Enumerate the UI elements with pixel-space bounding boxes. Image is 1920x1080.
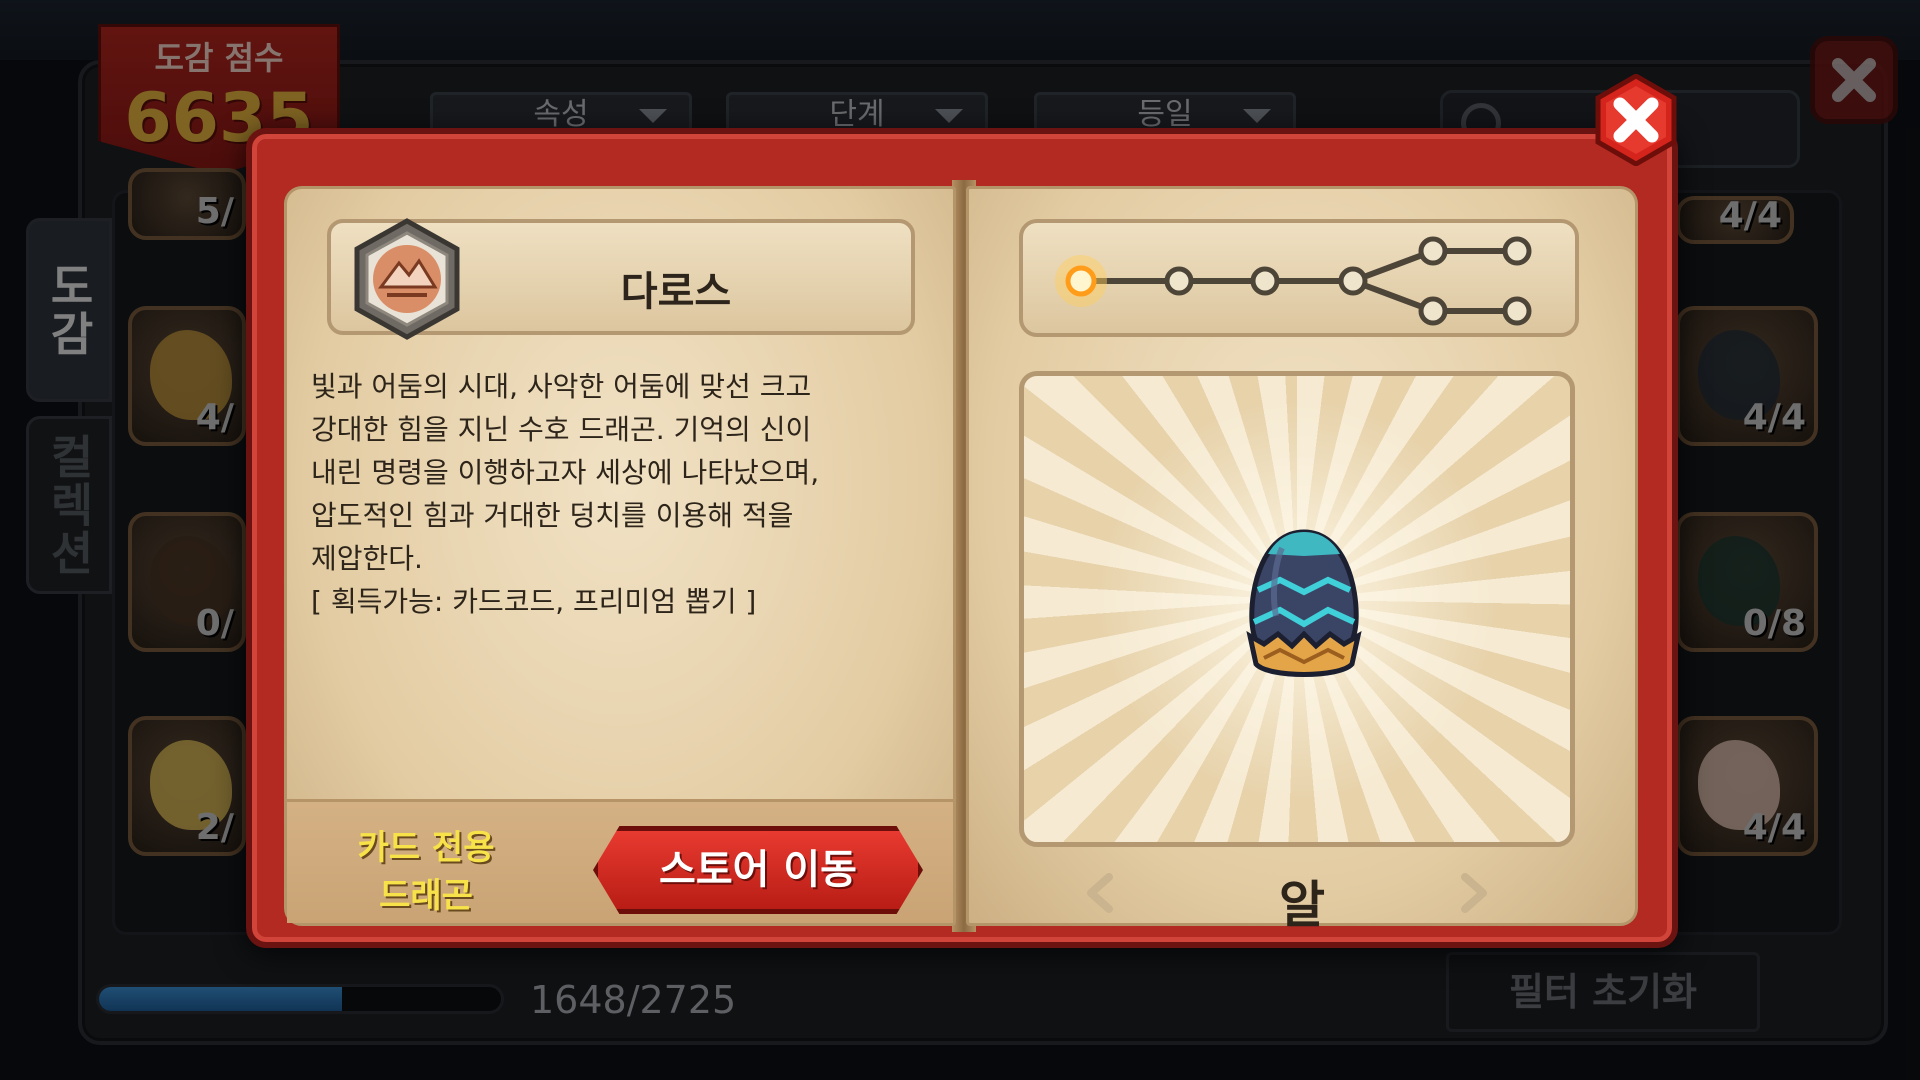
book-left-page: 다로스 빛과 어둠의 시대, 사악한 어둠에 맞선 크고 강대한 힘을 지닌 수… [284,186,956,926]
evolution-stage-label: 알 [1279,876,1325,934]
evolution-node[interactable] [1338,266,1368,296]
book-right-page: 알 [966,186,1638,934]
card-only-line2: 드래곤 [379,876,473,916]
evolution-tree [1019,219,1579,337]
evolution-node-current[interactable] [1065,265,1097,297]
evolution-node[interactable] [1418,236,1448,266]
evolution-node[interactable] [1164,266,1194,296]
card-only-label: 카드 전용 드래곤 [343,824,509,920]
dragon-name-plate: 다로스 [327,218,915,340]
go-to-store-button[interactable]: 스토어 이동 [593,826,923,914]
evolution-node[interactable] [1250,266,1280,296]
dragon-name: 다로스 [620,269,732,315]
evolution-node[interactable] [1502,236,1532,266]
evolution-node[interactable] [1502,296,1532,326]
dialog-close-button[interactable] [1590,74,1682,166]
left-page-footer: 카드 전용 드래곤 스토어 이동 [287,799,953,923]
dragon-description: 빛과 어둠의 시대, 사악한 어둠에 맞선 크고 강대한 힘을 지닌 수호 드래… [311,370,820,618]
evolution-path-graphic [1055,236,1532,326]
next-stage-chevron-right-icon[interactable] [1453,873,1493,913]
card-only-line1: 카드 전용 [357,828,495,868]
dragon-info-dialog: 다로스 빛과 어둠의 시대, 사악한 어둠에 맞선 크고 강대한 힘을 지닌 수… [246,128,1678,948]
dragon-egg-image [1246,529,1362,677]
dragon-image-frame [1019,371,1575,847]
evolution-node[interactable] [1418,296,1448,326]
